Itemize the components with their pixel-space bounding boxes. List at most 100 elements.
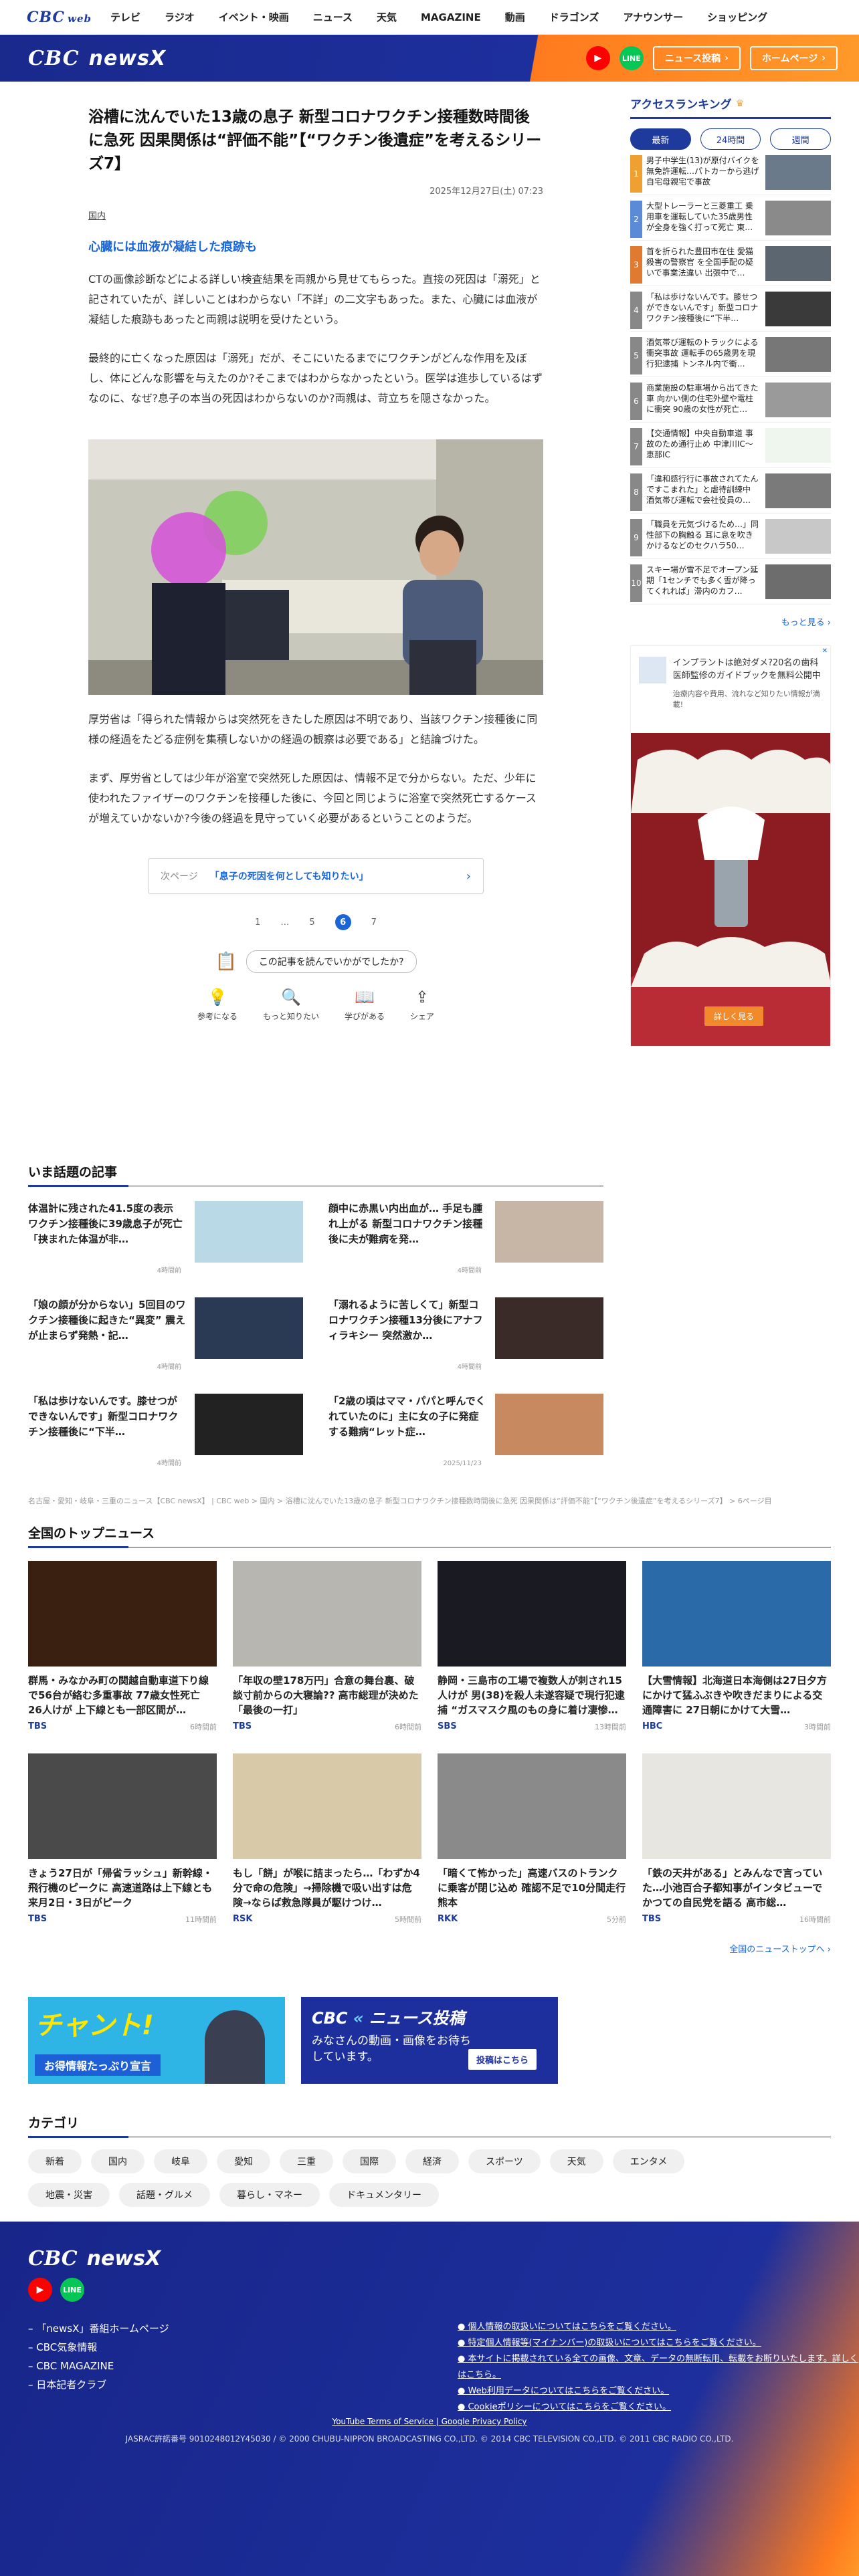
category-chip[interactable]: 国際 (343, 2149, 396, 2173)
article-category[interactable]: 国内 (88, 209, 543, 221)
footer-link[interactable]: – CBC気象情報 (28, 2338, 169, 2357)
top-news-item[interactable]: もし「餅」が喉に詰まったら…「わずか4分で命の危険」→掃除機で吸い出すは危険→な… (233, 1753, 421, 1925)
chant-banner[interactable]: チャント! お得情報たっぷり宣言 (28, 1997, 285, 2084)
nav-video[interactable]: 動画 (505, 10, 525, 24)
top-news-item[interactable]: 静岡・三島市の工場で複数人が刺され15人けが 男(38)を殺人未遂容疑で現行犯逮… (438, 1561, 626, 1732)
footer-logo[interactable]: CBC newsX (28, 2247, 161, 2270)
ad-close-icon[interactable]: ✕ (822, 647, 828, 655)
cbc-web-logo[interactable]: CBC web (27, 9, 92, 26)
top-news-item[interactable]: きょう27日が「帰省ラッシュ」新幹線・飛行機のピークに 高速道路は上下線とも来月… (28, 1753, 217, 1925)
category-chip[interactable]: 愛知 (217, 2149, 270, 2173)
page-5[interactable]: 5 (309, 918, 314, 928)
category-chip[interactable]: 新着 (28, 2149, 82, 2173)
footer-policy-link[interactable]: ● Cookieポリシーについてはこちらをご覧ください。 (458, 2399, 859, 2416)
top-news-item[interactable]: 群馬・みなかみ町の関越自動車道下り線で56台が絡む多重事故 77歳女性死亡 26… (28, 1561, 217, 1732)
ranking-thumbnail (765, 337, 831, 372)
youtube-icon[interactable]: ▶ (28, 2278, 52, 2302)
hot-topic-item[interactable]: 体温計に残された41.5度の表示 ワクチン接種後に39歳息子が死亡「挟まれた体温… (28, 1201, 303, 1281)
nav-magazine[interactable]: MAGAZINE (421, 11, 481, 23)
top-news-item[interactable]: 「暗くて怖かった」高速バスのトランクに乗客が閉じ込め 確認不足で10分間走行 熊… (438, 1753, 626, 1925)
top-news-item[interactable]: 【大雪情報】北海道日本海側は27日夕方にかけて猛ふぶきや吹きだまりによる交通障害… (642, 1561, 831, 1732)
ranking-item[interactable]: 3 首を折られた豊田市在住 愛猫殺害の警察官 を全国手配の疑いで事業法違い 出張中… (630, 246, 831, 286)
footer-link[interactable]: – 「newsX」番組ホームページ (28, 2319, 169, 2338)
ad-banner[interactable]: ✕ インプラントは絶対ダメ?20名の歯科医師監修のガイドブックを無料公開中 治療… (630, 645, 831, 1047)
ranking-item[interactable]: 7 【交通情報】中央自動車道 事故のため通行止め 中津川IC～恵那IC (630, 428, 831, 468)
page-1[interactable]: 1 (255, 918, 260, 928)
hot-topic-time: 4時間前 (457, 1267, 482, 1275)
hot-topic-item[interactable]: 「溺れるように苦しくて」新型コロナワクチン接種13分後にアナフィラキシー 突然激… (328, 1297, 603, 1378)
nav-weather[interactable]: 天気 (377, 10, 397, 24)
category-chip[interactable]: ドキュメンタリー (329, 2183, 439, 2207)
category-chip[interactable]: 話題・グルメ (119, 2183, 210, 2207)
hot-topic-title: 「2歳の頃はママ・パパと呼んでくれていたのに」主に女の子に発症する難病“レット症… (328, 1395, 486, 1438)
reaction-helpful[interactable]: 💡 参考になる (197, 988, 237, 1022)
category-chip[interactable]: 三重 (280, 2149, 333, 2173)
ranking-more-link[interactable]: もっと見る › (630, 615, 831, 628)
news-post-banner[interactable]: CBC « ニュース投稿 みなさんの動画・画像をお待ちしています。 投稿はこちら (301, 1997, 558, 2084)
ad-cta-button[interactable]: 詳しく見る (704, 1006, 764, 1026)
category-chip[interactable]: スポーツ (468, 2149, 541, 2173)
category-chip[interactable]: 天気 (549, 2149, 603, 2173)
nav-announcer[interactable]: アナウンサー (623, 10, 683, 24)
nav-shopping[interactable]: ショッピング (707, 10, 767, 24)
ranking-item[interactable]: 4 「私は歩けないんです。膝せつができないんです」新型コロナワクチン接種後に“下半… (630, 292, 831, 332)
news-post-button[interactable]: ニュース投稿 › (652, 46, 741, 70)
ranking-text: 「職員を元気づけるため…」同性部下の胸触る 耳に息を吹きかけるなどのセクハラ50… (646, 520, 759, 550)
footer-terms[interactable]: YouTube Terms of Service | Google Privac… (0, 2417, 859, 2426)
newsx-logo[interactable]: CBC newsX (28, 47, 166, 70)
reaction-share[interactable]: ⇪ シェア (410, 988, 434, 1022)
category-chip[interactable]: エンタメ (612, 2149, 685, 2173)
ranking-number: 9 (630, 519, 642, 556)
hot-topic-item[interactable]: 「私は歩けないんです。膝せつができないんです」新型コロナワクチン接種後に“下半…… (28, 1394, 303, 1474)
ranking-item[interactable]: 5 酒気帯び運転のトラックによる衝突事故 運転手の65歳男を現行犯逮捕 トンネル内… (630, 337, 831, 377)
footer-link[interactable]: – CBC MAGAZINE (28, 2357, 169, 2375)
footer-policies: ● 個人情報の取扱いについてはこちらをご覧ください。 ● 特定個人情報等(マイナン… (458, 2319, 859, 2416)
youtube-icon[interactable]: ▶ (585, 46, 610, 70)
categories-title: カテゴリ (28, 2113, 831, 2138)
breadcrumb[interactable]: 名古屋・愛知・岐阜・三重のニュース【CBC newsX】 | CBC web >… (28, 1495, 831, 1506)
tab-latest[interactable]: 最新 (630, 128, 691, 150)
top-news-meta: TBS 16時間前 (642, 1914, 831, 1925)
footer-link[interactable]: – 日本記者クラブ (28, 2375, 169, 2394)
category-chip[interactable]: 経済 (405, 2149, 459, 2173)
category-chip[interactable]: 岐阜 (154, 2149, 207, 2173)
ranking-number: 1 (630, 155, 642, 193)
top-news-item[interactable]: 「年収の壁178万円」合意の舞台裏、破談寸前からの大寝論?? 高市総理が決めた「… (233, 1561, 421, 1732)
reaction-want-more[interactable]: 🔍 もっと知りたい (263, 988, 319, 1022)
category-chip[interactable]: 地震・災害 (28, 2183, 110, 2207)
ranking-item[interactable]: 6 商業施設の駐車場から出てきた車 向かい側の住宅外壁や電柱に衝突 90歳の女性が… (630, 383, 831, 423)
category-chip[interactable]: 国内 (91, 2149, 145, 2173)
nav-events[interactable]: イベント・映画 (219, 10, 289, 24)
ranking-header: アクセスランキング ♛ (630, 95, 831, 119)
footer-policy-link[interactable]: ● Web利用データについてはこちらをご覧ください。 (458, 2383, 859, 2399)
hot-topic-item[interactable]: 「2歳の頃はママ・パパと呼んでくれていたのに」主に女の子に発症する難病“レット症… (328, 1394, 603, 1474)
tab-24h[interactable]: 24時間 (700, 128, 761, 150)
nav-dragons[interactable]: ドラゴンズ (549, 10, 599, 24)
line-icon[interactable]: LINE (619, 46, 644, 70)
ranking-item[interactable]: 2 大型トレーラーと三菱重工 乗用車を運転していた35歳男性が全身を強く打って死亡… (630, 201, 831, 241)
homepage-button[interactable]: ホームページ › (749, 46, 838, 70)
reaction-learned[interactable]: 📖 学びがある (345, 988, 385, 1022)
hot-topic-text: 「溺れるように苦しくて」新型コロナワクチン接種13分後にアナフィラキシー 突然激… (328, 1297, 487, 1378)
ranking-item[interactable]: 8 「違和感行行に事故されてたんですこまれた」と虐待訓練中 酒気帯び運転で会社役員… (630, 473, 831, 514)
line-icon[interactable]: LINE (60, 2278, 84, 2302)
brand-bar: CBC newsX ▶ LINE ニュース投稿 › ホームページ › (0, 35, 859, 82)
nav-radio[interactable]: ラジオ (165, 10, 195, 24)
ranking-item[interactable]: 1 男子中学生(13)が原付バイクを無免許運転…パトカーから逃げ自宅母親宅で事故 (630, 155, 831, 195)
ranking-item[interactable]: 10 スキー場が雪不足でオープン延期「1センチでも多く雪が降ってくれれば」滞内のカ… (630, 564, 831, 605)
footer-policy-link[interactable]: ● 本サイトに掲載されている全ての画像、文章、データの無断転用、転載をお断りいた… (458, 2351, 859, 2383)
footer-policy-link[interactable]: ● 特定個人情報等(マイナンバー)の取扱いについてはこちらをご覧ください。 (458, 2335, 859, 2351)
footer-policy-link[interactable]: ● 個人情報の取扱いについてはこちらをご覧ください。 (458, 2319, 859, 2335)
next-page-link[interactable]: 次ページ 「息子の死因を何としても知りたい」 › (148, 858, 484, 894)
category-chip[interactable]: 暮らし・マネー (219, 2183, 320, 2207)
hot-topic-item[interactable]: 「娘の顔が分からない」5回目のワクチン接種後に起きた“異変” 震えが止まらず発熱… (28, 1297, 303, 1378)
page-7[interactable]: 7 (371, 918, 377, 928)
tab-weekly[interactable]: 週間 (770, 128, 832, 150)
nav-tv[interactable]: テレビ (110, 10, 140, 24)
top-news-more-link[interactable]: 全国のニューストップへ › (28, 1942, 831, 1955)
nav-news[interactable]: ニュース (313, 10, 353, 24)
top-news-source: SBS (438, 1721, 457, 1731)
ranking-item[interactable]: 9 「職員を元気づけるため…」同性部下の胸触る 耳に息を吹きかけるなどのセクハラ5… (630, 519, 831, 559)
top-news-item[interactable]: 「鉄の天井がある」とみんなで言っていた…小池百合子都知事がインタビューでかつての… (642, 1753, 831, 1925)
hot-topic-item[interactable]: 顔中に赤黒い内出血が… 手足も腫れ上がる 新型コロナワクチン接種後に夫が難病を発… (328, 1201, 603, 1281)
